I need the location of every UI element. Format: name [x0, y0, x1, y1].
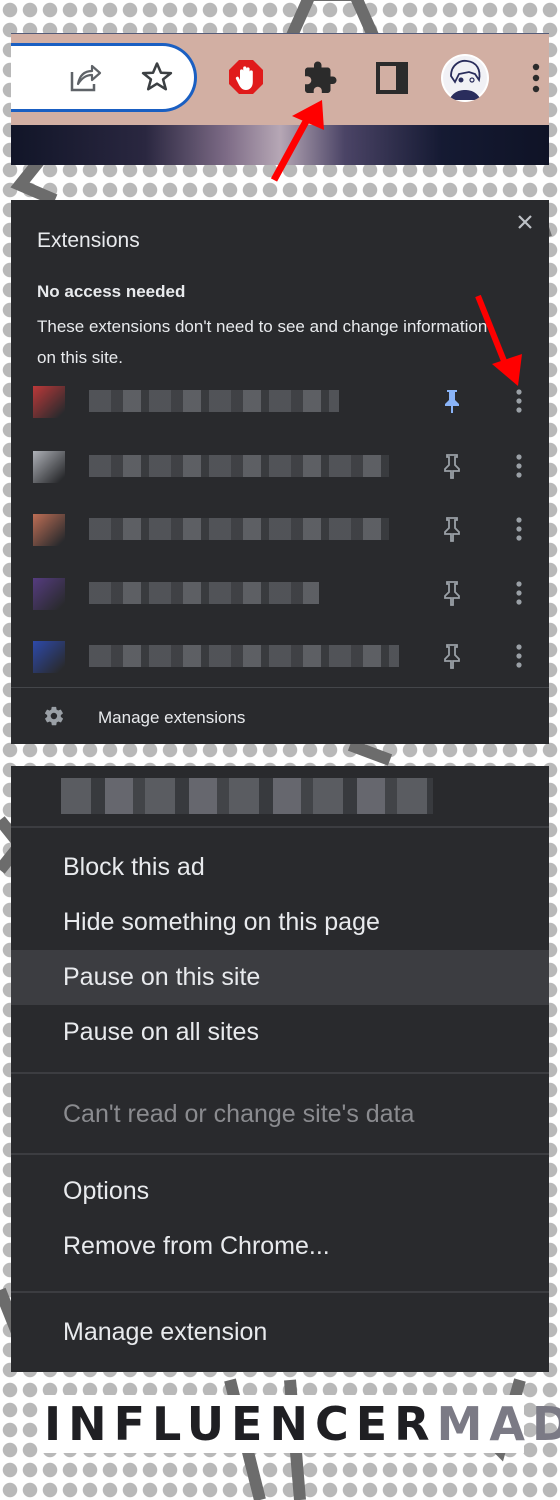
- extension-favicon: [33, 641, 65, 673]
- extensions-puzzle-icon[interactable]: [300, 58, 340, 98]
- extension-name-blurred: [89, 455, 389, 477]
- influencermade-logo: INFLUENCERMADE: [44, 1394, 560, 1454]
- more-options-icon[interactable]: [509, 514, 529, 544]
- menu-item-options[interactable]: Options: [11, 1164, 549, 1219]
- manage-extensions-label: Manage extensions: [98, 708, 246, 727]
- more-options-icon[interactable]: [509, 386, 529, 416]
- extension-favicon: [33, 451, 65, 483]
- side-panel-icon[interactable]: [372, 58, 412, 98]
- more-options-icon[interactable]: [509, 578, 529, 608]
- extension-row[interactable]: [11, 562, 549, 624]
- pin-icon[interactable]: [441, 580, 463, 606]
- pin-icon[interactable]: [441, 643, 463, 669]
- chrome-menu-kebab-icon[interactable]: [526, 58, 546, 98]
- extension-favicon: [33, 386, 65, 418]
- pin-icon[interactable]: [441, 453, 463, 479]
- menu-item-hide-something-on-this-page[interactable]: Hide something on this page: [11, 895, 549, 950]
- menu-item-can-t-read-or-change-site-s-data: Can't read or change site's data: [63, 1100, 415, 1128]
- share-icon[interactable]: [66, 58, 104, 96]
- blurred-extension-name: [61, 778, 433, 814]
- close-icon[interactable]: [515, 212, 535, 232]
- bookmark-star-icon[interactable]: [138, 58, 176, 96]
- extension-name-blurred: [89, 390, 339, 412]
- menu-item-pause-on-all-sites[interactable]: Pause on all sites: [11, 1005, 549, 1060]
- gear-icon: [43, 705, 65, 732]
- extension-favicon: [33, 578, 65, 610]
- section-description: These extensions don't need to see and c…: [37, 317, 488, 367]
- menu-item-remove-from-chrome[interactable]: Remove from Chrome...: [11, 1219, 549, 1274]
- extension-row[interactable]: [11, 625, 549, 687]
- manage-extensions-button[interactable]: Manage extensions: [11, 688, 549, 744]
- extension-row[interactable]: [11, 370, 549, 432]
- extension-context-menu: Block this ad Hide something on this page…: [11, 766, 549, 1372]
- section-heading: No access needed: [37, 282, 186, 301]
- adblock-stop-hand-icon[interactable]: [226, 57, 266, 97]
- more-options-icon[interactable]: [509, 451, 529, 481]
- menu-separator: [11, 1291, 549, 1293]
- context-menu-header: [11, 766, 549, 826]
- extension-name-blurred: [89, 645, 399, 667]
- menu-item-manage-extension[interactable]: Manage extension: [11, 1305, 549, 1360]
- extension-name-blurred: [89, 518, 389, 540]
- extension-name-blurred: [89, 582, 319, 604]
- menu-separator: [11, 1153, 549, 1155]
- profile-avatar[interactable]: [441, 54, 489, 102]
- panel-title: Extensions: [37, 229, 140, 252]
- page-content-background: [11, 125, 549, 165]
- menu-separator: [11, 1072, 549, 1074]
- menu-separator: [11, 826, 549, 828]
- extensions-panel: Extensions No access needed These extens…: [11, 200, 549, 744]
- more-options-icon[interactable]: [509, 641, 529, 671]
- pin-icon-active[interactable]: [441, 388, 463, 414]
- pin-icon[interactable]: [441, 516, 463, 542]
- menu-item-block-this-ad[interactable]: Block this ad: [11, 840, 549, 895]
- extension-row[interactable]: [11, 498, 549, 560]
- logo-part-2: MADE: [436, 1397, 560, 1451]
- extension-favicon: [33, 514, 65, 546]
- extension-row[interactable]: [11, 435, 549, 497]
- menu-item-pause-on-this-site[interactable]: Pause on this site: [11, 950, 549, 1005]
- logo-part-1: INFLUENCER: [44, 1397, 437, 1451]
